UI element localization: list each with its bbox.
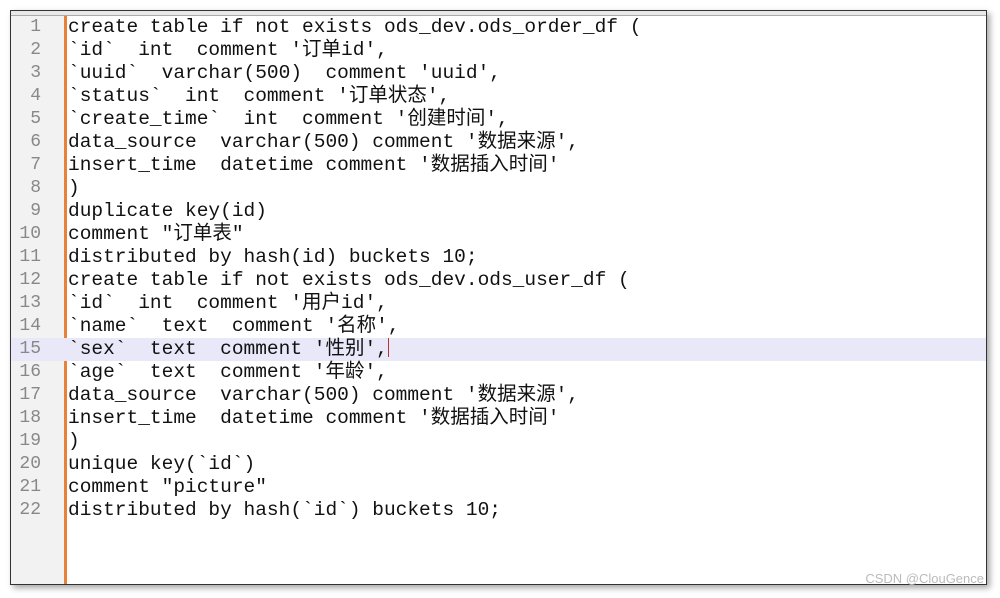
line-number: 8	[30, 178, 41, 198]
line-number: 1	[30, 17, 41, 37]
line-number: 9	[30, 201, 41, 221]
code-line[interactable]: 10 comment "订单表"	[11, 223, 986, 246]
code-text[interactable]: )	[68, 177, 80, 200]
code-text[interactable]: duplicate key(id)	[68, 200, 267, 223]
code-line[interactable]: 21 comment "picture"	[11, 476, 986, 499]
code-text[interactable]: data_source varchar(500) comment '数据来源',	[68, 384, 579, 407]
code-line[interactable]: 6 data_source varchar(500) comment '数据来源'…	[11, 131, 986, 154]
code-line[interactable]: 13 `id` int comment '用户id',	[11, 292, 986, 315]
code-text[interactable]: comment "订单表"	[68, 223, 244, 246]
line-number: 20	[19, 454, 41, 474]
code-line[interactable]: 15 `sex` text comment '性别',	[11, 338, 986, 361]
line-number: 3	[30, 63, 41, 83]
line-number: 10	[19, 224, 41, 244]
code-text[interactable]: create table if not exists ods_dev.ods_u…	[68, 269, 630, 292]
code-line[interactable]: 18 insert_time datetime comment '数据插入时间'	[11, 407, 986, 430]
code-lines[interactable]: 1 create table if not exists ods_dev.ods_…	[11, 16, 986, 522]
code-text[interactable]: )	[68, 430, 80, 453]
code-text[interactable]: `sex` text comment '性别',	[68, 338, 389, 361]
code-text[interactable]: create table if not exists ods_dev.ods_o…	[68, 16, 641, 39]
code-line[interactable]: 12 create table if not exists ods_dev.ods…	[11, 269, 986, 292]
code-editor[interactable]: 1 create table if not exists ods_dev.ods_…	[10, 10, 987, 585]
code-line[interactable]: 8)	[11, 177, 986, 200]
code-line[interactable]: 22 distributed by hash(`id`) buckets 10;	[11, 499, 986, 522]
line-number: 6	[30, 132, 41, 152]
code-line[interactable]: 14 `name` text comment '名称',	[11, 315, 986, 338]
code-text[interactable]: `name` text comment '名称',	[68, 315, 400, 338]
line-number: 13	[19, 293, 41, 313]
code-text[interactable]: `id` int comment '用户id',	[68, 292, 388, 315]
code-text[interactable]: data_source varchar(500) comment '数据来源',	[68, 131, 579, 154]
code-text[interactable]: `age` text comment '年龄',	[68, 361, 388, 384]
code-text[interactable]: distributed by hash(id) buckets 10;	[68, 246, 478, 269]
line-number: 19	[19, 431, 41, 451]
line-number: 12	[19, 270, 41, 290]
code-text[interactable]: unique key(`id`)	[68, 453, 255, 476]
code-line[interactable]: 3 `uuid` varchar(500) comment 'uuid',	[11, 62, 986, 85]
code-text[interactable]: insert_time datetime comment '数据插入时间'	[68, 154, 559, 177]
line-number: 18	[19, 408, 41, 428]
line-number: 11	[19, 247, 41, 267]
line-number: 17	[19, 385, 41, 405]
line-number: 7	[30, 155, 41, 175]
line-number: 14	[19, 316, 41, 336]
line-number: 15	[19, 339, 41, 359]
line-number: 4	[30, 86, 41, 106]
code-line[interactable]: 5 `create_time` int comment '创建时间',	[11, 108, 986, 131]
code-text[interactable]: `id` int comment '订单id',	[68, 39, 388, 62]
code-text[interactable]: `status` int comment '订单状态',	[68, 85, 450, 108]
code-line[interactable]: 2 `id` int comment '订单id',	[11, 39, 986, 62]
line-number: 22	[19, 500, 41, 520]
code-text[interactable]: `create_time` int comment '创建时间',	[68, 108, 509, 131]
code-line[interactable]: 9 duplicate key(id)	[11, 200, 986, 223]
code-line[interactable]: 4 `status` int comment '订单状态',	[11, 85, 986, 108]
code-line[interactable]: 11 distributed by hash(id) buckets 10;	[11, 246, 986, 269]
line-number: 21	[19, 477, 41, 497]
line-number: 2	[30, 40, 41, 60]
code-line[interactable]: 17 data_source varchar(500) comment '数据来源…	[11, 384, 986, 407]
line-number: 16	[19, 362, 41, 382]
code-line[interactable]: 19)	[11, 430, 986, 453]
code-text[interactable]: `uuid` varchar(500) comment 'uuid',	[68, 62, 501, 85]
line-number: 5	[30, 109, 41, 129]
code-text[interactable]: comment "picture"	[68, 476, 267, 499]
code-line[interactable]: 1 create table if not exists ods_dev.ods_…	[11, 16, 986, 39]
code-line[interactable]: 16 `age` text comment '年龄',	[11, 361, 986, 384]
code-line[interactable]: 20 unique key(`id`)	[11, 453, 986, 476]
code-text[interactable]: insert_time datetime comment '数据插入时间'	[68, 407, 559, 430]
code-line[interactable]: 7 insert_time datetime comment '数据插入时间'	[11, 154, 986, 177]
code-text[interactable]: distributed by hash(`id`) buckets 10;	[68, 499, 501, 522]
text-cursor	[387, 338, 389, 357]
watermark: CSDN @ClouGence	[865, 571, 984, 586]
